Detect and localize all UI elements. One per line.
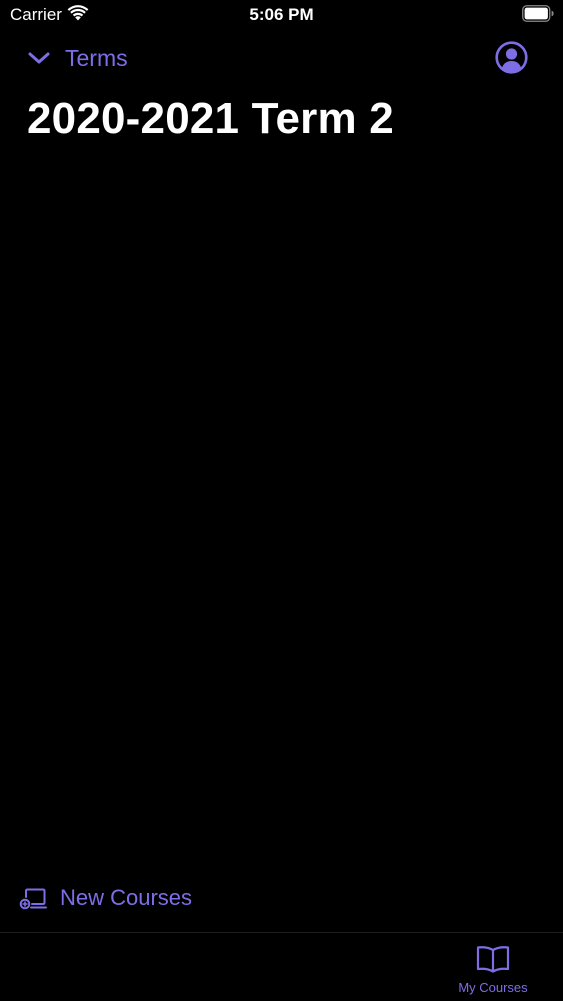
new-courses-button[interactable]: New Courses [19, 882, 192, 914]
tab-my-courses[interactable]: My Courses [440, 943, 546, 999]
clock-time: 5:06 PM [249, 5, 314, 24]
tab-my-courses-label: My Courses [458, 980, 528, 995]
chevron-down-icon [28, 52, 50, 64]
battery-icon [522, 5, 554, 22]
status-bar: Carrier 5:06 PM [0, 0, 563, 30]
book-icon [476, 946, 510, 973]
person-circle-icon[interactable] [495, 41, 528, 74]
new-courses-label: New Courses [60, 885, 193, 910]
tab-bar: My Courses [0, 932, 563, 1001]
page-title: 2020-2021 Term 2 [27, 94, 394, 143]
new-courses-icon [19, 888, 47, 910]
terms-back-button[interactable]: Terms [27, 42, 128, 74]
terms-back-label: Terms [65, 44, 128, 71]
